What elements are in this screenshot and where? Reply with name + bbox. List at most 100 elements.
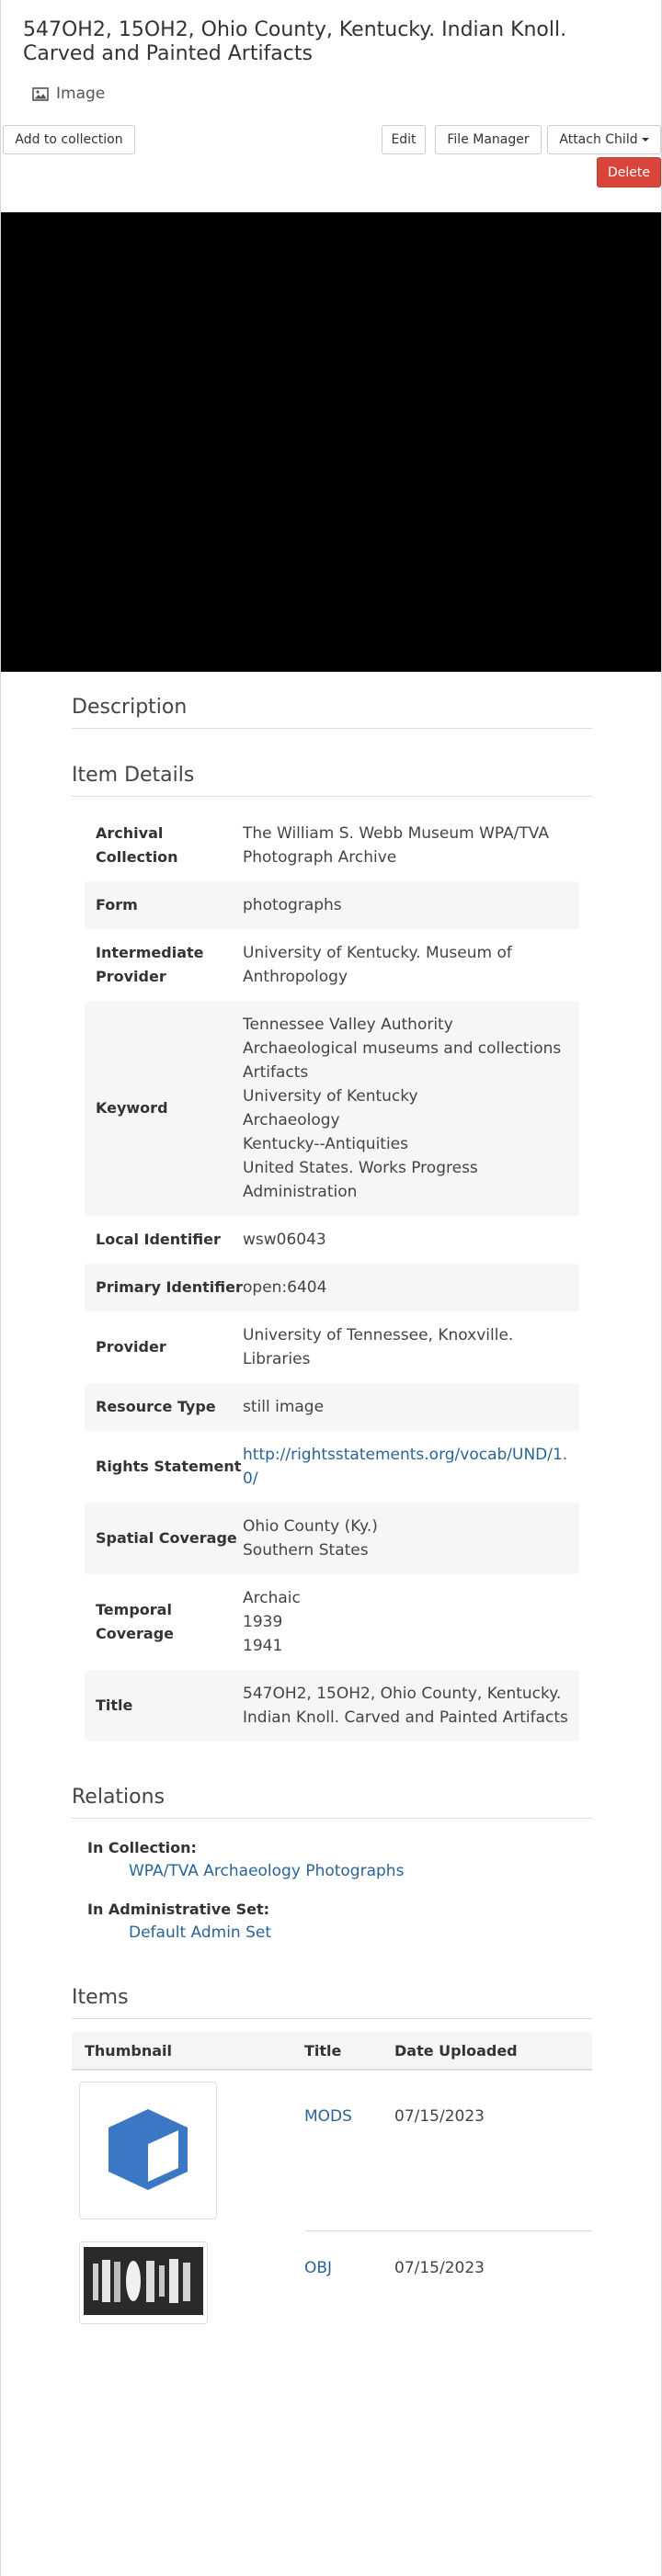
item-title-link[interactable]: OBJ — [304, 2230, 394, 2277]
title-block: 547OH2, 15OH2, Ohio County, Kentucky. In… — [1, 0, 661, 103]
work-type: Image — [23, 85, 639, 103]
detail-row: Local Identifier wsw06043 — [85, 1216, 579, 1264]
detail-value: wsw06043 — [243, 1228, 579, 1252]
detail-label: Intermediate Provider — [96, 944, 204, 985]
detail-value: still image — [243, 1395, 579, 1419]
delete-button[interactable]: Delete — [597, 157, 661, 187]
detail-label: Temporal Coverage — [96, 1601, 175, 1642]
relation-admin-set: In Administrative Set: Default Admin Set — [72, 1901, 592, 1942]
detail-row: Title 547OH2, 15OH2, Ohio County, Kentuck… — [85, 1670, 579, 1742]
detail-label: Primary Identifier — [96, 1278, 243, 1296]
detail-value: The William S. Webb Museum WPA/TVA Photo… — [243, 822, 579, 869]
table-row: MODS 07/15/2023 — [72, 2071, 592, 2219]
artifacts-photo-icon — [84, 2247, 203, 2319]
detail-value-line: photographs — [243, 896, 342, 914]
detail-row: Rights Statement http://rightsstatements.… — [85, 1431, 579, 1503]
detail-value-line: Kentucky--Antiquities — [243, 1135, 409, 1153]
detail-value-line: Tennessee Valley Authority — [243, 1016, 453, 1034]
thumbnail-cell — [72, 2071, 304, 2219]
detail-value-line: University of Kentucky — [243, 1087, 418, 1106]
detail-label: Provider — [96, 1338, 166, 1356]
detail-value-line: 1939 — [243, 1613, 283, 1631]
detail-row: Keyword Tennessee Valley Authority Archaeo… — [85, 1001, 579, 1216]
thumbnail-cell — [72, 2230, 304, 2324]
add-to-collection-button[interactable]: Add to collection — [3, 125, 135, 154]
detail-value: 547OH2, 15OH2, Ohio County, Kentucky. In… — [243, 1682, 579, 1730]
detail-row: Resource Type still image — [85, 1383, 579, 1431]
detail-value-line: Archaic — [243, 1589, 301, 1607]
detail-value-line: wsw06043 — [243, 1231, 326, 1249]
date-column-header: Date Uploaded — [394, 2041, 518, 2060]
detail-row: Temporal Coverage Archaic 1939 1941 — [85, 1574, 579, 1670]
picture-icon — [32, 86, 49, 101]
thumbnail-link[interactable] — [79, 2241, 208, 2324]
detail-label: Rights Statement — [96, 1458, 242, 1475]
detail-row: Primary Identifier open:6404 — [85, 1264, 579, 1311]
attach-child-dropdown[interactable]: Attach Child — [547, 125, 661, 154]
detail-label: Resource Type — [96, 1398, 216, 1415]
action-toolbar: Add to collection Edit File Manager Atta… — [1, 125, 661, 156]
table-row: OBJ 07/15/2023 — [72, 2230, 592, 2324]
detail-value-line: The William S. Webb Museum WPA/TVA Photo… — [243, 824, 549, 867]
relation-in-collection: In Collection: WPA/TVA Archaeology Photo… — [72, 1839, 592, 1880]
cube-icon — [99, 2100, 197, 2201]
detail-label: Title — [96, 1697, 133, 1714]
detail-value: Archaic 1939 1941 — [243, 1586, 579, 1658]
detail-value: University of Tennessee, Knoxville. Libr… — [243, 1323, 579, 1371]
detail-value-line: 547OH2, 15OH2, Ohio County, Kentucky. In… — [243, 1685, 568, 1727]
item-date: 07/15/2023 — [394, 2230, 592, 2277]
description-heading: Description — [72, 696, 592, 729]
detail-row: Provider University of Tennessee, Knoxvil… — [85, 1311, 579, 1383]
detail-value-line: Archaeological museums and collections — [243, 1039, 562, 1058]
detail-label: Keyword — [96, 1099, 168, 1117]
item-details-list: Archival Collection The William S. Webb M… — [72, 810, 592, 1742]
item-details-heading: Item Details — [72, 764, 592, 797]
in-collection-label: In Collection: — [87, 1839, 197, 1856]
attach-child-label: Attach Child — [559, 132, 638, 147]
items-heading: Items — [72, 1986, 592, 2019]
thumbnail-link[interactable] — [79, 2082, 217, 2219]
detail-label: Spatial Coverage — [96, 1529, 237, 1547]
admin-set-link[interactable]: Default Admin Set — [87, 1923, 592, 1942]
item-title-link[interactable]: MODS — [304, 2071, 394, 2126]
rights-statement-link[interactable]: http://rightsstatements.org/vocab/UND/1.… — [243, 1446, 567, 1488]
detail-value-line: still image — [243, 1398, 325, 1416]
detail-value: University of Kentucky. Museum of Anthro… — [243, 941, 579, 989]
in-collection-link[interactable]: WPA/TVA Archaeology Photographs — [87, 1862, 592, 1880]
detail-value: Ohio County (Ky.) Southern States — [243, 1515, 579, 1562]
detail-value-line: 1941 — [243, 1637, 283, 1655]
caret-down-icon — [641, 138, 649, 142]
detail-value: http://rightsstatements.org/vocab/UND/1.… — [243, 1443, 579, 1491]
detail-value-line: Ohio County (Ky.) — [243, 1517, 378, 1536]
detail-row: Intermediate Provider University of Kentu… — [85, 929, 579, 1001]
detail-value-line: University of Tennessee, Knoxville. Libr… — [243, 1326, 514, 1368]
detail-row: Archival Collection The William S. Webb M… — [85, 810, 579, 881]
detail-value-line: open:6404 — [243, 1278, 327, 1297]
items-table-header: Thumbnail Title Date Uploaded — [72, 2032, 592, 2071]
edit-button[interactable]: Edit — [382, 125, 426, 154]
detail-label: Form — [96, 896, 138, 914]
admin-set-label: In Administrative Set: — [87, 1901, 270, 1918]
page-title: 547OH2, 15OH2, Ohio County, Kentucky. In… — [23, 18, 567, 65]
detail-value-line: Southern States — [243, 1541, 369, 1560]
relations-heading: Relations — [72, 1786, 592, 1819]
detail-label: Local Identifier — [96, 1231, 221, 1248]
media-viewer[interactable] — [1, 212, 661, 672]
detail-value-line: University of Kentucky. Museum of Anthro… — [243, 944, 512, 986]
title-column-header: Title — [304, 2041, 342, 2060]
work-show-page: 547OH2, 15OH2, Ohio County, Kentucky. In… — [0, 0, 662, 2576]
detail-value-line: United States. Works Progress Administra… — [243, 1159, 478, 1201]
items-table: Thumbnail Title Date Uploaded MODS 07/15… — [72, 2032, 592, 2324]
detail-value: open:6404 — [243, 1276, 579, 1299]
main-content: Description Item Details Archival Collec… — [72, 672, 592, 2324]
detail-row: Spatial Coverage Ohio County (Ky.) Souther… — [85, 1503, 579, 1574]
detail-value-line: Archaeology — [243, 1111, 340, 1129]
thumbnail-column-header: Thumbnail — [85, 2041, 172, 2060]
detail-value: photographs — [243, 893, 579, 917]
detail-row: Form photographs — [85, 881, 579, 929]
file-manager-button[interactable]: File Manager — [435, 125, 542, 154]
detail-label: Archival Collection — [96, 824, 178, 866]
item-date: 07/15/2023 — [394, 2107, 485, 2126]
detail-value: Tennessee Valley Authority Archaeological… — [243, 1013, 579, 1204]
work-type-label: Image — [56, 85, 106, 103]
